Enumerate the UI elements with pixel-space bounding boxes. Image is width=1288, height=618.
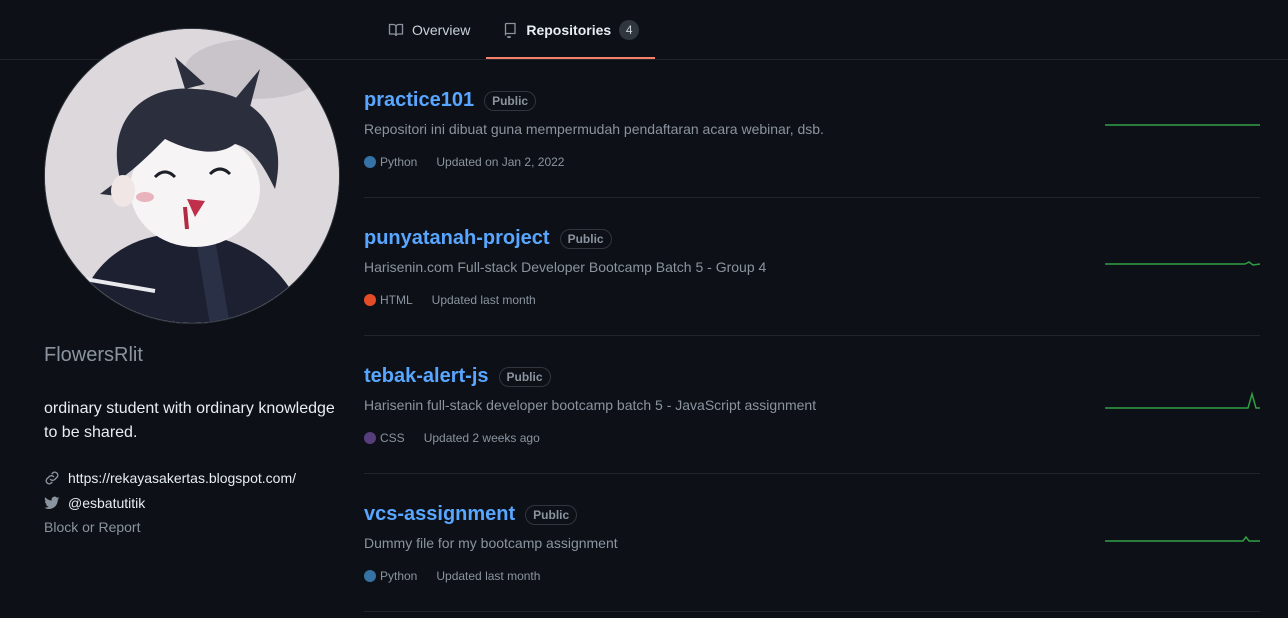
active-tab-underline <box>486 57 656 59</box>
twitter-handle[interactable]: @esbatutitik <box>68 495 145 511</box>
repo-language: Python <box>364 569 417 583</box>
book-icon <box>388 22 404 38</box>
tab-overview[interactable]: Overview <box>372 0 486 59</box>
language-name: HTML <box>380 293 413 307</box>
avatar[interactable] <box>44 28 340 324</box>
activity-sparkline <box>1105 535 1260 542</box>
language-name: Python <box>380 569 418 583</box>
visibility-badge: Public <box>484 90 537 111</box>
repo-updated: Updated last month <box>431 293 536 307</box>
repo-icon <box>502 22 518 39</box>
tab-repositories[interactable]: Repositories 4 <box>486 0 656 59</box>
language-name: Python <box>380 155 418 169</box>
repo-name-link[interactable]: tebak-alert-js <box>364 365 489 388</box>
repo-updated: Updated last month <box>436 569 541 583</box>
language-color-dot <box>364 156 376 168</box>
repository-list: practice101 Public Repositori ini dibuat… <box>364 60 1260 612</box>
repo-item: practice101 Public Repositori ini dibuat… <box>364 60 1260 198</box>
visibility-badge: Public <box>525 504 578 525</box>
website-link[interactable]: https://rekayasakertas.blogspot.com/ <box>44 465 344 490</box>
twitter-icon <box>44 495 60 511</box>
link-icon <box>44 470 60 486</box>
language-name: CSS <box>380 431 405 445</box>
repositories-count-badge: 4 <box>619 19 640 40</box>
activity-sparkline <box>1105 261 1260 266</box>
profile-bio: ordinary student with ordinary knowledge… <box>44 400 335 441</box>
block-or-report-link[interactable]: Block or Report <box>44 519 344 535</box>
tab-repositories-label: Repositories <box>526 21 612 38</box>
visibility-badge: Public <box>498 366 551 387</box>
repo-item: tebak-alert-js Public Harisenin full-sta… <box>364 336 1260 474</box>
language-color-dot <box>364 570 376 582</box>
repo-name-link[interactable]: punyatanah-project <box>364 227 550 250</box>
language-color-dot <box>364 432 376 444</box>
profile-tabs: Overview Repositories 4 <box>372 0 656 60</box>
repo-updated: Updated 2 weeks ago <box>423 431 540 445</box>
activity-sparkline <box>1105 391 1260 409</box>
profile-sidebar: FlowersRlit ordinary student with ordina… <box>44 28 344 535</box>
repo-item: vcs-assignment Public Dummy file for my … <box>364 474 1260 612</box>
repo-name-link[interactable]: vcs-assignment <box>364 503 515 526</box>
activity-sparkline <box>1105 124 1260 126</box>
repo-updated: Updated on Jan 2, 2022 <box>436 155 565 169</box>
repo-language: Python <box>364 155 417 169</box>
tab-overview-label: Overview <box>412 21 471 38</box>
twitter-link[interactable]: @esbatutitik <box>44 490 344 515</box>
repo-item: punyatanah-project Public Harisenin.com … <box>364 198 1260 336</box>
profile-links: https://rekayasakertas.blogspot.com/ @es… <box>44 465 344 535</box>
repo-language: CSS <box>364 431 405 445</box>
repo-language: HTML <box>364 293 413 307</box>
language-color-dot <box>364 294 376 306</box>
profile-username: FlowersRlit <box>44 344 143 366</box>
website-link-text[interactable]: https://rekayasakertas.blogspot.com/ <box>68 470 296 486</box>
visibility-badge: Public <box>559 228 612 249</box>
repo-name-link[interactable]: practice101 <box>364 89 474 112</box>
